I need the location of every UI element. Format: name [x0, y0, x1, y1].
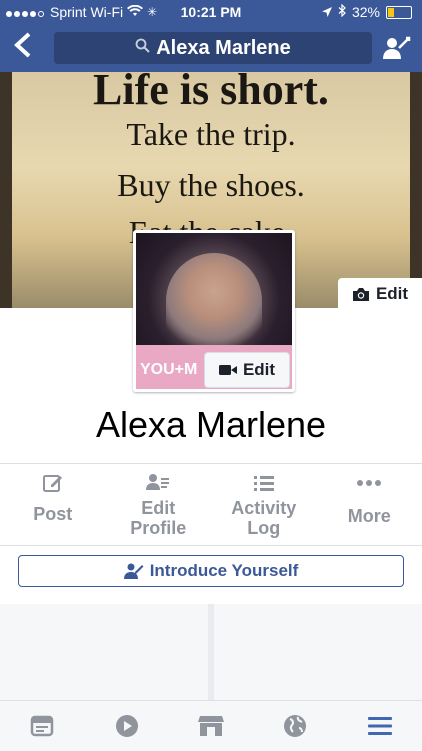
- post-button[interactable]: Post: [0, 468, 106, 544]
- divider: [0, 463, 422, 464]
- camera-icon: [352, 287, 370, 302]
- profile-actions: Post Edit Profile Activity Log More: [0, 468, 422, 544]
- profile-feed: [0, 604, 422, 700]
- compose-icon: [42, 468, 64, 498]
- profile-name: Alexa Marlene: [0, 404, 422, 446]
- chevron-left-icon: [12, 32, 34, 58]
- profile-frame-text: YOU+M: [140, 361, 197, 379]
- edit-profile-label: Edit Profile: [130, 498, 186, 538]
- bottom-tab-bar: [0, 700, 422, 751]
- cover-quote-line: Buy the shoes.: [0, 167, 422, 204]
- tab-marketplace[interactable]: [169, 701, 253, 751]
- activity-log-label: Activity Log: [231, 498, 296, 538]
- back-button[interactable]: [12, 32, 40, 62]
- cover-quote-line: Take the trip.: [0, 116, 422, 153]
- cover-quote-line: Life is short.: [0, 72, 422, 115]
- video-icon: [115, 714, 139, 738]
- battery-percent: 32%: [352, 4, 380, 20]
- tab-news-feed[interactable]: [0, 701, 84, 751]
- activity-log-button[interactable]: Activity Log: [211, 468, 317, 544]
- introduce-yourself-button[interactable]: Introduce Yourself: [18, 555, 404, 587]
- add-friend-icon: [382, 34, 412, 62]
- search-query: Alexa Marlene: [156, 37, 291, 60]
- more-label: More: [348, 506, 391, 526]
- tab-notifications[interactable]: [253, 701, 337, 751]
- edit-person-icon: [124, 562, 144, 580]
- status-bar: Sprint Wi-Fi ✳ 10:21 PM 32%: [0, 0, 422, 24]
- post-label: Post: [33, 504, 72, 524]
- search-icon: [135, 38, 150, 58]
- location-icon: [322, 4, 332, 20]
- divider: [0, 545, 422, 546]
- bluetooth-icon: [338, 4, 346, 20]
- more-dots-icon: [356, 468, 382, 498]
- navigation-bar: Alexa Marlene: [0, 24, 422, 72]
- globe-icon: [283, 714, 307, 738]
- search-field[interactable]: Alexa Marlene: [54, 32, 372, 64]
- marketplace-icon: [198, 714, 224, 738]
- battery-fill: [388, 8, 394, 17]
- tab-watch[interactable]: [84, 701, 168, 751]
- introduce-yourself-label: Introduce Yourself: [150, 561, 299, 581]
- edit-cover-label: Edit: [376, 284, 408, 304]
- list-icon: [253, 468, 275, 498]
- video-camera-icon: [219, 364, 237, 376]
- feed-card: [214, 604, 422, 700]
- tab-menu[interactable]: [338, 701, 422, 751]
- battery-icon: [386, 6, 412, 19]
- news-feed-icon: [30, 715, 54, 737]
- edit-profile-button[interactable]: Edit Profile: [106, 468, 212, 544]
- feed-card: [0, 604, 208, 700]
- edit-profile-picture-label: Edit: [243, 360, 275, 380]
- edit-profile-picture-button[interactable]: Edit: [204, 352, 290, 388]
- more-button[interactable]: More: [317, 468, 422, 544]
- menu-icon: [367, 716, 393, 736]
- friend-request-button[interactable]: [382, 34, 412, 62]
- profile-card-icon: [145, 468, 171, 498]
- edit-cover-button[interactable]: Edit: [338, 278, 422, 310]
